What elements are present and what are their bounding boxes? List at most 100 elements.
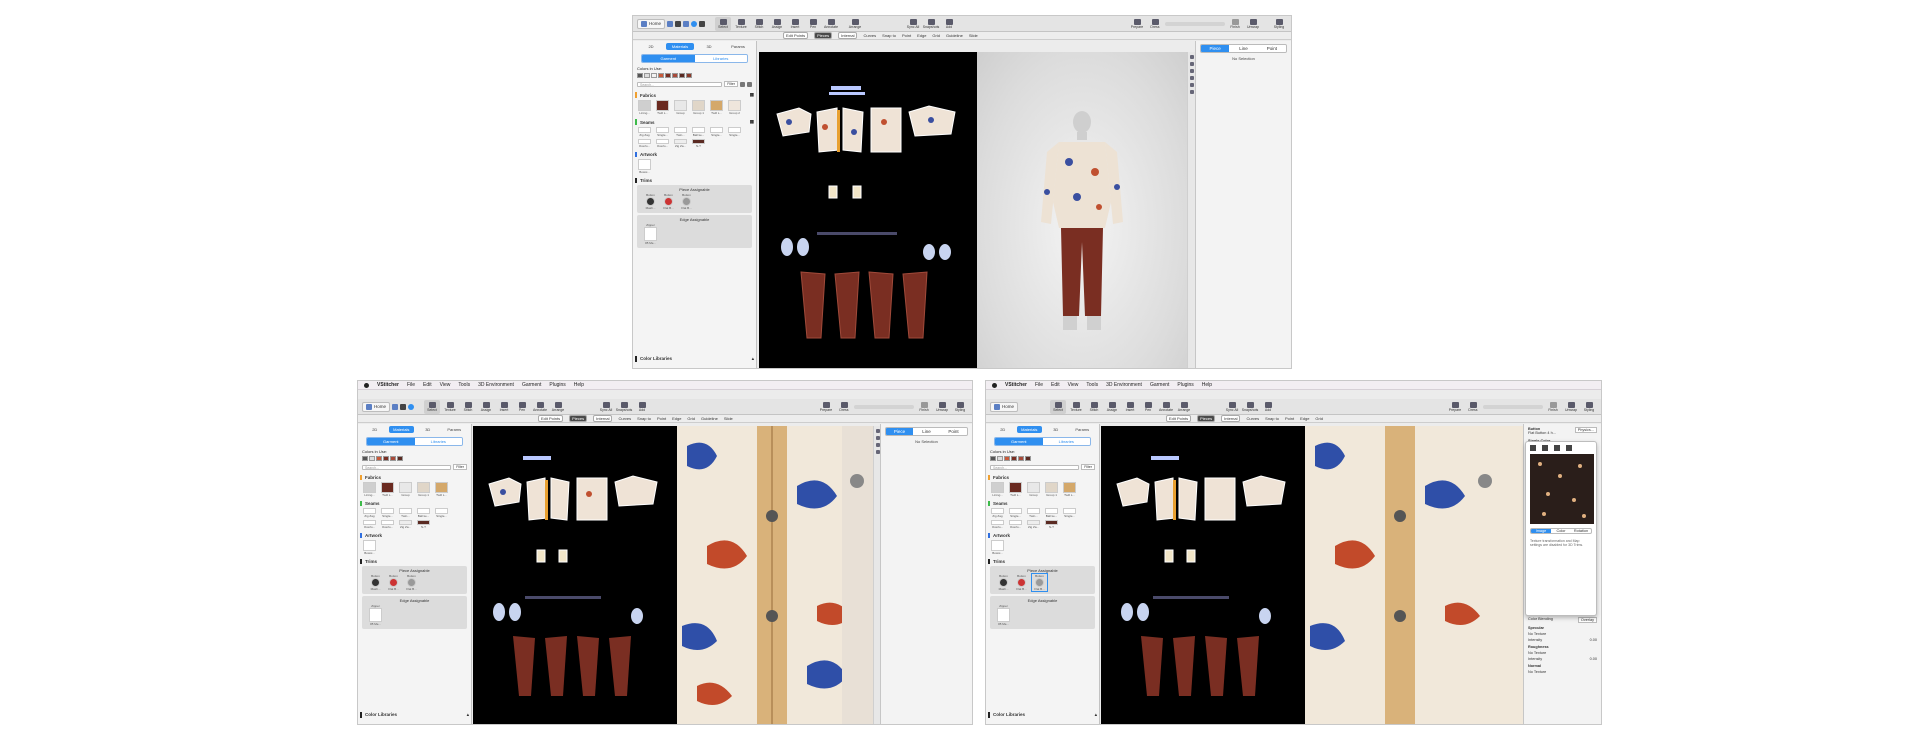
tab-3d[interactable]: 3D [695, 43, 723, 50]
tool-styling[interactable]: Styling [1271, 17, 1287, 31]
fabric-item[interactable]: Lining... [637, 100, 652, 115]
color-swatch[interactable] [376, 456, 382, 461]
tab-materials[interactable]: Materials [666, 43, 694, 50]
point-toggle[interactable]: Point [902, 33, 911, 38]
grid-view-icon[interactable] [747, 81, 752, 87]
tool-texture[interactable]: Texture [733, 17, 749, 31]
seam-item[interactable]: Overlo... [380, 520, 395, 529]
sleeve-piece[interactable] [614, 475, 658, 507]
pant-piece[interactable] [513, 636, 535, 696]
seam-item[interactable]: Twin... [1026, 508, 1041, 518]
menu-tools[interactable]: Tools [1086, 382, 1098, 388]
tab-params[interactable]: Params [442, 426, 468, 433]
tool-add[interactable]: Add [1260, 400, 1276, 414]
view-tool-icon[interactable] [1189, 76, 1194, 80]
seam-item[interactable]: N-T [416, 520, 431, 529]
pocket-piece[interactable] [1121, 603, 1133, 621]
seam-item[interactable]: Single... [709, 127, 724, 137]
seam-item[interactable]: Overlo... [1008, 520, 1023, 529]
seam-item[interactable]: Zig Zag [990, 508, 1005, 518]
view-tool-icon[interactable] [1189, 62, 1194, 66]
folder-icon[interactable] [392, 403, 399, 410]
apple-icon[interactable] [992, 382, 997, 388]
section-artwork[interactable]: Artwork [360, 533, 469, 538]
tool-finish[interactable]: Finish [1227, 17, 1243, 31]
seam-item[interactable]: Ball ke... [1044, 508, 1059, 518]
tool-insert[interactable]: Insert [496, 400, 512, 414]
seam-item[interactable]: Ball ke... [416, 508, 431, 518]
guideline-toggle[interactable]: Guideline [701, 416, 718, 421]
seam-item[interactable]: N-T [691, 139, 706, 148]
artwork-item[interactable]: Bowsi... [362, 540, 377, 555]
pant-piece[interactable] [545, 636, 567, 696]
trim-item[interactable]: Button Mash... [643, 193, 658, 210]
tab-point[interactable]: Point [1257, 45, 1286, 52]
tab-point[interactable]: Point [940, 428, 967, 435]
segment-garment[interactable]: Garment [367, 438, 415, 445]
fabric-item[interactable]: Group 2 [727, 100, 742, 115]
menu-file[interactable]: File [407, 382, 415, 388]
pant-piece[interactable] [1205, 636, 1227, 696]
section-trims[interactable]: Trims [988, 559, 1097, 564]
pocket-piece[interactable] [939, 244, 951, 260]
pocket-piece[interactable] [797, 238, 809, 256]
pant-piece[interactable] [577, 636, 599, 696]
grid-toggle[interactable]: Grid [687, 416, 695, 421]
tool-stitch[interactable]: Stitch [460, 400, 476, 414]
tool-prepare[interactable]: Prepare [818, 400, 834, 414]
color-swatch[interactable] [651, 73, 657, 78]
fabric-item[interactable]: Twill L... [709, 100, 724, 115]
curves-toggle[interactable]: Curves [618, 416, 631, 421]
color-swatch[interactable] [686, 73, 692, 78]
menu-help[interactable]: Help [1202, 382, 1212, 388]
seam-item[interactable]: Single... [380, 508, 395, 518]
section-fabrics[interactable]: Fabrics [988, 475, 1097, 480]
color-swatch[interactable] [990, 456, 996, 461]
home-dropdown[interactable]: Home [637, 18, 666, 29]
color-swatch[interactable] [658, 73, 664, 78]
seam-item[interactable]: Overlo... [990, 520, 1005, 529]
seam-item[interactable]: Single... [655, 127, 670, 137]
pant-piece[interactable] [800, 271, 826, 339]
view-tool-icon[interactable] [875, 443, 880, 447]
grid-toggle[interactable]: Grid [932, 33, 940, 38]
menu-plugins[interactable]: Plugins [549, 382, 565, 388]
color-swatch[interactable] [1011, 456, 1017, 461]
menu-plugins[interactable]: Plugins [1177, 382, 1193, 388]
tool-insert[interactable]: Insert [1122, 400, 1138, 414]
section-color-libraries[interactable]: Color Libraries ▴ [635, 356, 754, 362]
color-swatch[interactable] [637, 73, 643, 78]
sleeve-piece[interactable] [1242, 475, 1286, 507]
view-tool-icon[interactable] [875, 429, 880, 433]
tool-snapshots[interactable]: Snapshots [616, 400, 632, 414]
tool-select[interactable]: Select [1050, 399, 1067, 414]
seam-item[interactable]: Overlo... [637, 139, 652, 148]
menu-edit[interactable]: Edit [1051, 382, 1060, 388]
add-icon[interactable]: ▦ [750, 92, 754, 98]
seam-item[interactable]: Single... [434, 508, 449, 518]
menu-tools[interactable]: Tools [458, 382, 470, 388]
fabric-item[interactable]: Twill L... [1008, 482, 1023, 497]
tool-prepare[interactable]: Prepare [1447, 400, 1463, 414]
tool-snapshots[interactable]: Snapshots [1242, 400, 1258, 414]
section-artwork[interactable]: Artwork [635, 152, 754, 157]
seam-item[interactable]: Overlo... [362, 520, 377, 529]
tab-rotation[interactable]: Rotation [1571, 529, 1591, 533]
folder-icon[interactable] [667, 20, 674, 27]
redo-icon[interactable] [408, 403, 415, 410]
sleeve-piece[interactable] [776, 107, 812, 137]
tool-texture[interactable]: Texture [442, 400, 458, 414]
normal-texture[interactable]: No Texture [1528, 670, 1597, 674]
section-trims[interactable]: Trims [635, 178, 754, 183]
fabric-item[interactable]: Group 1 [1044, 482, 1059, 497]
add-icon[interactable]: ▦ [750, 119, 754, 125]
view-tool-icon[interactable] [875, 450, 880, 454]
window-3d-closeup[interactable] [1305, 426, 1525, 724]
pocket-piece[interactable] [631, 608, 643, 624]
seam-item[interactable]: Overlo... [655, 139, 670, 148]
tool-sync-all[interactable]: Sync All [1224, 400, 1240, 414]
reset-icon[interactable] [1566, 445, 1572, 451]
tab-piece[interactable]: Piece [886, 428, 913, 435]
color-swatch[interactable] [679, 73, 685, 78]
front-piece[interactable] [816, 107, 840, 153]
